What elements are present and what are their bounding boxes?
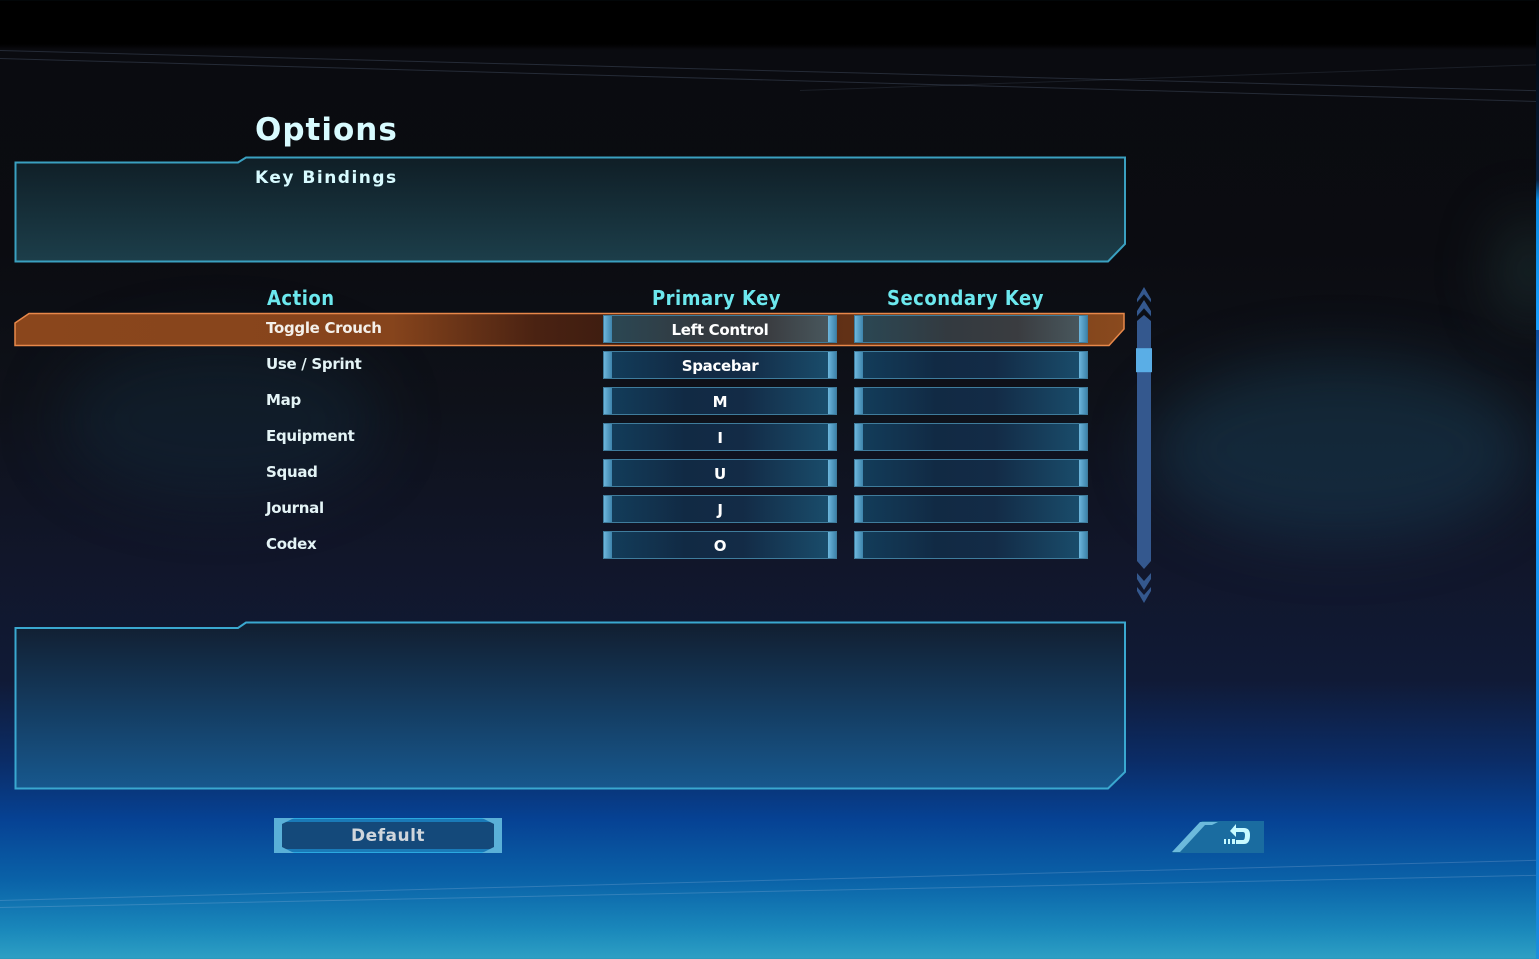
key-binding-row[interactable]: Toggle Crouch Left Control [14, 312, 1126, 347]
column-header-action: Action [267, 286, 335, 310]
scroll-up-button[interactable] [1136, 287, 1152, 318]
primary-key-field[interactable]: I [603, 423, 837, 451]
secondary-key-field[interactable] [854, 495, 1088, 523]
primary-key-value: O [713, 537, 727, 555]
action-label: Use / Sprint [266, 355, 362, 373]
secondary-key-field[interactable] [854, 423, 1088, 451]
primary-key-value: Left Control [671, 321, 769, 339]
primary-key-field[interactable]: Spacebar [603, 351, 837, 379]
background-glow [1500, 220, 1539, 320]
primary-key-value: M [712, 393, 728, 411]
primary-key-field[interactable]: O [603, 531, 837, 559]
description-panel-frame [14, 621, 1126, 790]
header-panel [14, 156, 1128, 264]
back-button-frame [1172, 821, 1264, 853]
key-binding-row[interactable]: Equipment I [14, 420, 1126, 454]
default-button-label: Default [350, 826, 426, 846]
column-header-primary-key: Primary Key [652, 286, 782, 310]
action-label: Codex [266, 535, 317, 553]
scrollbar[interactable] [1136, 287, 1152, 603]
header-panel-frame [14, 156, 1126, 263]
key-binding-row[interactable]: Map M [14, 384, 1126, 418]
description-panel [14, 621, 1128, 791]
background-streak [0, 50, 1539, 92]
action-label: Toggle Crouch [266, 319, 382, 337]
column-header-secondary-key: Secondary Key [887, 286, 1044, 310]
secondary-key-field[interactable] [854, 315, 1088, 343]
action-label: Map [266, 391, 301, 409]
primary-key-value: Spacebar [681, 357, 759, 375]
default-button[interactable]: Default [274, 818, 502, 853]
secondary-key-field[interactable] [854, 351, 1088, 379]
scrollbar-thumb[interactable] [1136, 348, 1152, 373]
section-subtitle: Key Bindings [255, 168, 398, 188]
primary-key-field[interactable]: U [603, 459, 837, 487]
scroll-down-button[interactable] [1137, 573, 1151, 603]
primary-key-value: J [717, 501, 723, 519]
action-label: Equipment [266, 427, 355, 445]
key-binding-row[interactable]: Codex O [14, 528, 1126, 562]
double-chevron-up-icon [1137, 287, 1151, 317]
key-binding-row[interactable]: Journal J [14, 492, 1126, 526]
background-streak [0, 58, 1539, 102]
primary-key-field[interactable]: M [603, 387, 837, 415]
primary-key-field[interactable]: J [603, 495, 837, 523]
action-label: Journal [266, 499, 324, 517]
secondary-key-field[interactable] [854, 459, 1088, 487]
primary-key-value: I [717, 429, 723, 447]
secondary-key-field[interactable] [854, 387, 1088, 415]
background-glow [1150, 360, 1530, 540]
primary-key-field[interactable]: Left Control [603, 315, 837, 343]
primary-key-value: U [714, 465, 726, 483]
key-binding-row[interactable]: Squad U [14, 456, 1126, 490]
back-button[interactable] [1172, 821, 1264, 853]
action-label: Squad [266, 463, 318, 481]
double-chevron-down-icon [1137, 573, 1151, 603]
secondary-key-field[interactable] [854, 531, 1088, 559]
page-title: Options [255, 112, 398, 148]
key-binding-row[interactable]: Use / Sprint Spacebar [14, 348, 1126, 382]
